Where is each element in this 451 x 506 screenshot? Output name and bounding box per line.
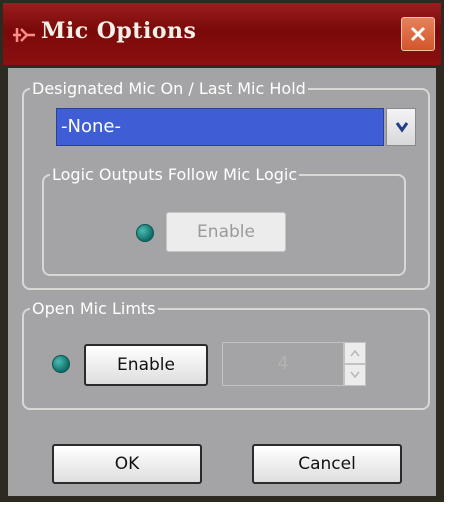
cancel-button[interactable]: Cancel [252, 444, 402, 484]
mic-options-dialog: Mic Options Designated Mic On / Last Mic… [0, 0, 444, 502]
designated-mic-select[interactable]: -None- [56, 108, 384, 146]
spin-up-button[interactable] [344, 342, 366, 364]
logic-outputs-status-led [136, 224, 154, 242]
dialog-title: Mic Options [41, 18, 197, 44]
chevron-down-icon [395, 122, 409, 133]
ok-button[interactable]: OK [52, 444, 202, 484]
chevron-down-icon [350, 371, 360, 379]
open-mic-limits-legend: Open Mic Limts [32, 299, 156, 318]
open-mic-limits-value-field[interactable]: 4 [222, 342, 344, 386]
spin-down-button[interactable] [344, 364, 366, 386]
title-bar[interactable]: Mic Options [3, 3, 441, 65]
logic-outputs-legend: Logic Outputs Follow Mic Logic [52, 165, 298, 184]
designated-mic-dropdown-button[interactable] [386, 108, 416, 146]
designated-mic-legend: Designated Mic On / Last Mic Hold [32, 79, 306, 98]
chevron-up-icon [350, 349, 360, 357]
app-icon [13, 28, 35, 42]
logic-outputs-enable-button[interactable]: Enable [166, 212, 286, 252]
open-mic-limits-status-led [52, 355, 70, 373]
close-icon [410, 26, 426, 42]
open-mic-limits-enable-button[interactable]: Enable [84, 344, 208, 386]
dialog-body: Designated Mic On / Last Mic Hold -None-… [8, 68, 436, 496]
close-button[interactable] [401, 17, 435, 51]
